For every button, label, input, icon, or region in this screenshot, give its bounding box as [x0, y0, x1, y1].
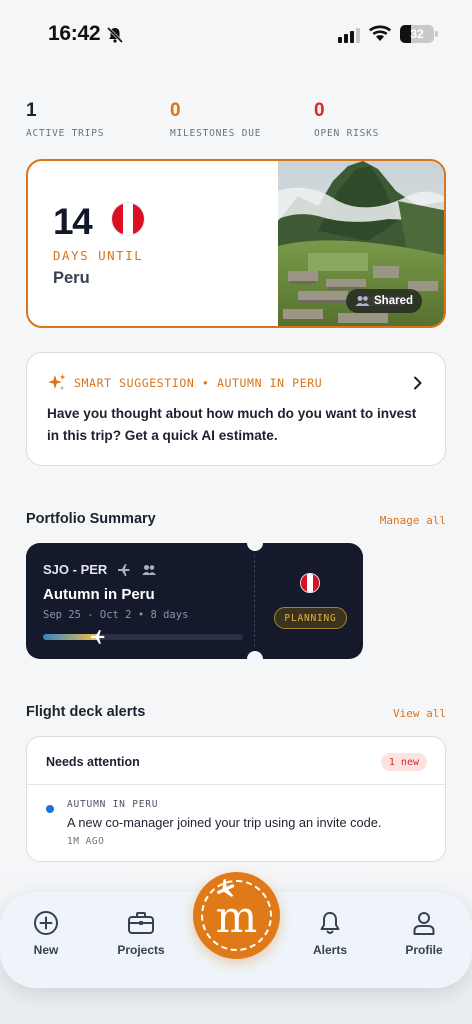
logo-m-icon: m [215, 892, 258, 943]
unread-dot [46, 805, 54, 813]
ticket-notch [247, 651, 263, 667]
home-fab-button[interactable]: m [193, 872, 280, 959]
wifi-icon [369, 25, 391, 41]
bell-off-icon [106, 26, 124, 44]
trip-status-badge: PLANNING [274, 607, 347, 629]
countdown-label: DAYS UNTIL [53, 248, 144, 263]
ticket-divider [254, 555, 255, 647]
shared-badge: Shared [346, 289, 422, 313]
briefcase-icon [128, 912, 154, 934]
airplane-icon [118, 563, 131, 576]
battery-icon: 32 [400, 25, 434, 43]
stat-milestones-due: 0 MILESTONES DUE [170, 100, 261, 139]
stat-value: 0 [170, 100, 181, 121]
user-icon [413, 912, 435, 935]
nav-label: Profile [405, 943, 443, 957]
nav-projects[interactable]: Projects [101, 910, 181, 957]
stat-label: OPEN RISKS [314, 128, 380, 139]
portfolio-summary-heading: Portfolio Summary [26, 511, 156, 527]
shared-label: Shared [374, 295, 413, 307]
flight-deck-alerts-heading: Flight deck alerts [26, 704, 146, 720]
smart-suggestion-card[interactable]: SMART SUGGESTION • AUTUMN IN PERU Have y… [26, 352, 446, 466]
ticket-notch [247, 535, 263, 551]
group-icon [355, 296, 370, 306]
trip-progress-bar [43, 630, 243, 644]
suggestion-title: SMART SUGGESTION • AUTUMN IN PERU [74, 376, 323, 390]
battery-level: 32 [410, 27, 424, 41]
trip-name: Autumn in Peru [43, 586, 155, 603]
sparkle-icon [48, 374, 66, 390]
needs-attention-title: Needs attention [46, 755, 140, 769]
trip-dates: Sep 25 - Oct 2 • 8 days [43, 609, 189, 621]
bell-icon [320, 912, 340, 934]
alert-time: 1M AGO [67, 836, 105, 847]
alerts-panel-header: Needs attention 1 new [27, 737, 445, 785]
trip-route: SJO - PER [43, 562, 157, 577]
cellular-signal-icon [338, 28, 360, 43]
manage-all-link[interactable]: Manage all [380, 514, 446, 527]
nav-profile[interactable]: Profile [384, 910, 464, 957]
stat-open-risks: 0 OPEN RISKS [314, 100, 379, 139]
nav-label: Alerts [312, 943, 347, 957]
countdown-days: 14 [53, 201, 93, 242]
alert-trip-name: AUTUMN IN PERU [67, 799, 159, 810]
trip-card[interactable]: SJO - PER Autumn in Peru Sep 25 - Oct 2 … [26, 535, 363, 667]
nav-new[interactable]: New [6, 910, 86, 957]
stat-active-trips: 1 ACTIVE TRIPS [26, 100, 104, 139]
suggestion-header: SMART SUGGESTION • AUTUMN IN PERU [47, 373, 322, 393]
plus-circle-icon [34, 911, 58, 935]
stat-value: 1 [26, 100, 37, 121]
nav-label: Projects [117, 943, 165, 957]
destination-name: Peru [53, 269, 90, 287]
new-count-badge: 1 new [380, 753, 427, 771]
group-icon [142, 564, 157, 575]
nav-alerts[interactable]: Alerts [290, 910, 370, 957]
countdown-card[interactable]: 14 DAYS UNTIL Peru Shared [26, 159, 446, 328]
status-bar: 16:42 32 [0, 0, 472, 70]
alert-message: A new co-manager joined your trip using … [67, 815, 382, 830]
airplane-icon [91, 630, 105, 644]
peru-flag-icon [111, 202, 145, 236]
battery-tip [435, 31, 438, 37]
nav-label: New [33, 943, 59, 957]
peru-flag-icon [300, 573, 320, 593]
stat-label: MILESTONES DUE [170, 128, 262, 139]
trip-route-code: SJO - PER [43, 562, 108, 577]
chevron-right-icon[interactable] [413, 376, 423, 390]
view-all-link[interactable]: View all [393, 707, 446, 720]
alerts-panel: Needs attention 1 new AUTUMN IN PERU A n… [26, 736, 446, 862]
stat-label: ACTIVE TRIPS [26, 128, 105, 139]
suggestion-text: Have you thought about how much do you w… [47, 406, 417, 443]
status-time: 16:42 [48, 22, 101, 45]
stat-value: 0 [314, 100, 325, 121]
